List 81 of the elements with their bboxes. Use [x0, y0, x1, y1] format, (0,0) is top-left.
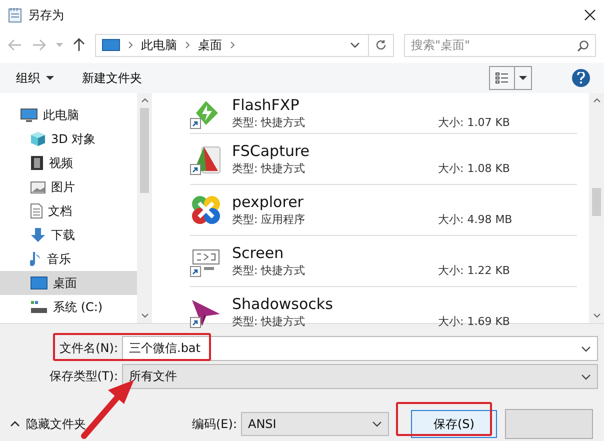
film-icon: [30, 155, 44, 171]
filename-field[interactable]: 三个微信.bat: [122, 336, 598, 361]
drive-icon: [30, 300, 48, 314]
file-item[interactable]: FSCapture 类型: 快捷方式 大小: 1.08 KB: [190, 134, 577, 185]
scroll-down-icon[interactable]: [592, 313, 600, 318]
caret-icon: [46, 76, 54, 80]
file-size: 大小: 1.69 KB: [438, 314, 510, 329]
question-mark-icon: [577, 72, 585, 84]
caret-icon: [519, 76, 527, 80]
refresh-icon: [375, 39, 387, 51]
up-arrow-icon[interactable]: [73, 38, 85, 52]
field-label: 保存类型(T):: [48, 368, 119, 385]
field-label: 编码(E):: [192, 416, 237, 432]
file-size: 大小: 1.22 KB: [438, 263, 510, 278]
scrollbar[interactable]: [589, 93, 604, 323]
file-type-dropdown[interactable]: 所有文件: [122, 364, 598, 389]
dropdown-chevron-icon[interactable]: [581, 374, 591, 380]
download-icon: [30, 227, 46, 243]
hide-folders-toggle[interactable]: 隐藏文件夹: [10, 416, 192, 432]
encoding-dropdown[interactable]: ANSI: [241, 412, 389, 436]
chevron-up-icon: [10, 421, 20, 427]
file-type: 类型: 快捷方式: [232, 263, 306, 278]
address-bar[interactable]: 此电脑 桌面: [95, 34, 394, 56]
file-size: 大小: 4.98 MB: [438, 212, 512, 227]
file-item[interactable]: Screen 类型: 快捷方式 大小: 1.22 KB: [190, 236, 577, 287]
notepad-icon: [8, 7, 22, 23]
scrollbar[interactable]: [137, 93, 152, 323]
dropdown-chevron-icon[interactable]: [350, 42, 360, 48]
dropdown-chevron-icon[interactable]: [581, 346, 591, 352]
file-name: FSCapture: [232, 142, 311, 161]
scroll-down-icon[interactable]: [140, 313, 148, 318]
sidebar-item[interactable]: 下载: [0, 223, 137, 247]
search-field[interactable]: 搜索"桌面": [404, 34, 596, 56]
file-item[interactable]: FlashFXP 类型: 快捷方式 大小: 1.07 KB: [190, 93, 577, 134]
cube-icon: [30, 131, 46, 147]
file-name: Screen: [232, 244, 285, 263]
sidebar-item[interactable]: 系统 (C:): [0, 295, 137, 319]
file-type: 类型: 快捷方式: [232, 115, 306, 130]
file-type: 类型: 快捷方式: [232, 314, 306, 329]
computer-icon: [20, 108, 38, 122]
chevron-right-icon: [128, 41, 133, 49]
file-type: 类型: 应用程序: [232, 212, 306, 227]
breadcrumb-item[interactable]: 此电脑: [141, 36, 177, 54]
field-label: 文件名(N):: [58, 340, 119, 357]
sidebar-item[interactable]: 视频: [0, 151, 137, 175]
save-button[interactable]: 保存(S): [411, 410, 497, 438]
file-name: FlashFXP: [232, 96, 300, 115]
scroll-up-icon[interactable]: [140, 98, 148, 103]
search-icon[interactable]: [577, 40, 589, 52]
chevron-right-icon: [230, 41, 235, 49]
sidebar-item[interactable]: 图片: [0, 175, 137, 199]
sidebar-item[interactable]: 音乐: [0, 247, 137, 271]
sidebar-item[interactable]: 桌面: [0, 271, 137, 295]
dropdown-chevron-icon[interactable]: [372, 421, 382, 427]
sidebar-item[interactable]: 3D 对象: [0, 127, 137, 151]
view-options-button[interactable]: [489, 66, 532, 90]
close-icon[interactable]: [584, 9, 596, 21]
document-icon: [30, 203, 43, 219]
file-type: 类型: 快捷方式: [232, 161, 306, 176]
sidebar-item[interactable]: 文档: [0, 199, 137, 223]
breadcrumb-item[interactable]: 桌面: [198, 36, 222, 54]
explorer-app-icon: [190, 194, 222, 226]
picture-icon: [30, 180, 46, 194]
new-folder-button[interactable]: 新建文件夹: [80, 68, 144, 88]
file-name: pexplorer: [232, 193, 304, 212]
window-title: 另存为: [28, 6, 65, 24]
music-note-icon: [30, 250, 42, 268]
file-size: 大小: 1.08 KB: [438, 161, 510, 176]
scroll-up-icon[interactable]: [592, 98, 600, 103]
sidebar-item[interactable]: 此电脑: [0, 103, 137, 127]
file-name: Shadowsocks: [232, 295, 334, 314]
scrollbar-thumb[interactable]: [140, 108, 149, 193]
chevron-right-icon: [185, 41, 190, 49]
details-view-icon: [495, 71, 509, 85]
file-size: 大小: 1.07 KB: [438, 115, 510, 130]
file-item[interactable]: pexplorer 类型: 应用程序 大小: 4.98 MB: [190, 185, 577, 236]
scrollbar-thumb[interactable]: [592, 188, 601, 216]
help-button[interactable]: [572, 69, 590, 87]
desktop-icon: [102, 39, 120, 51]
organize-menu[interactable]: 组织: [14, 68, 56, 88]
desktop-icon: [30, 276, 48, 290]
